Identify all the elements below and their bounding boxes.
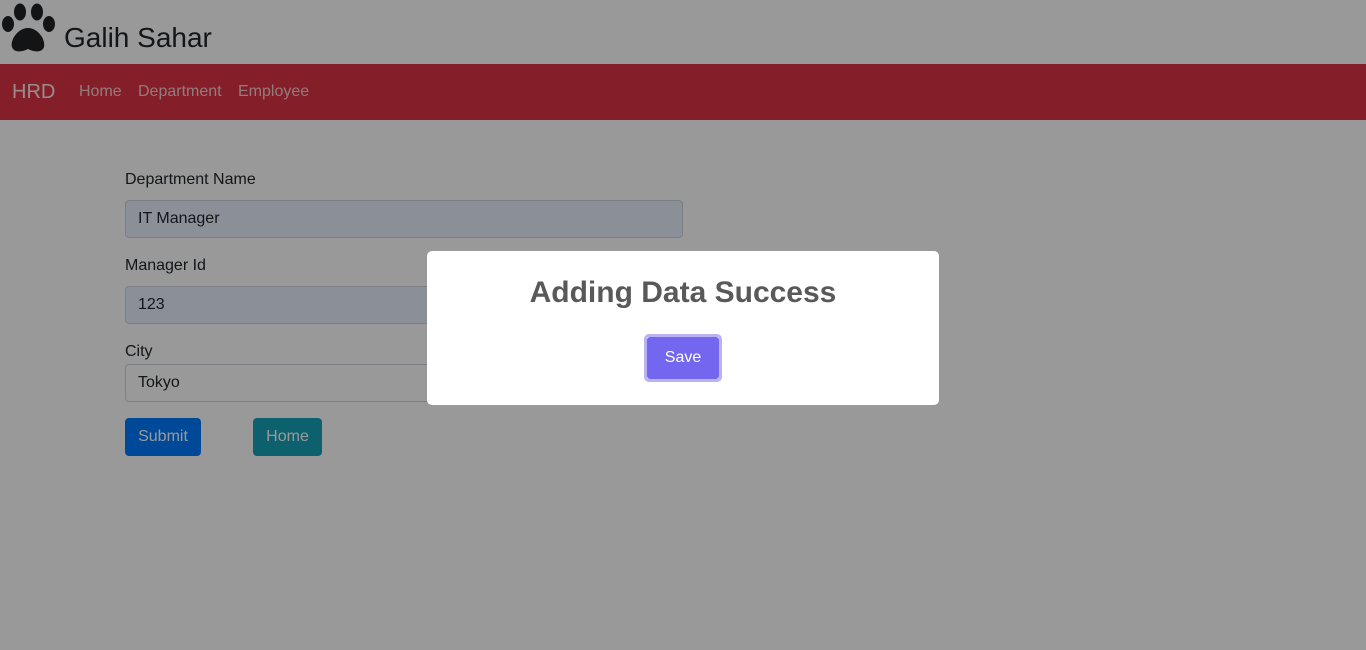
modal-save-button[interactable]: Save xyxy=(647,337,719,379)
success-modal: Adding Data Success Save xyxy=(427,251,939,405)
page: Galih Sahar HRD Home Department Employee… xyxy=(0,0,1366,650)
modal-title: Adding Data Success xyxy=(529,276,837,309)
modal-confirm-focus-ring: Save xyxy=(644,334,722,382)
